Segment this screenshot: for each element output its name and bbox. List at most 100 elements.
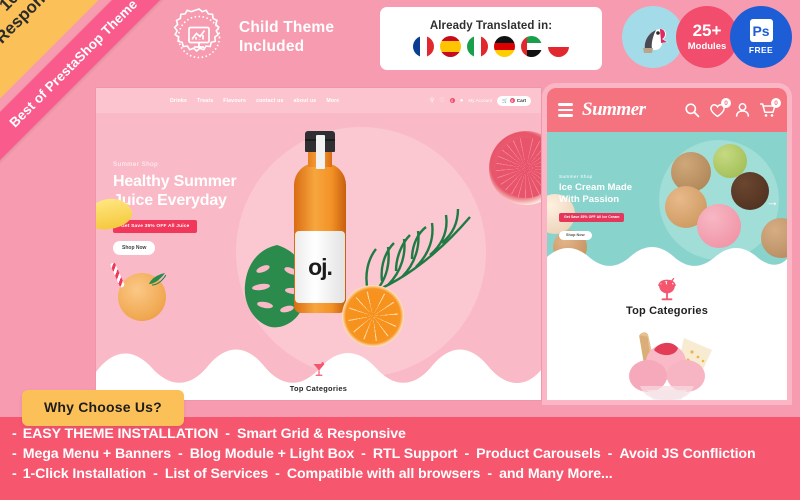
mobile-shop-now-button[interactable]: Shop Now xyxy=(559,230,592,240)
flag-uae xyxy=(521,36,542,57)
desktop-nav: Drinks Treats Flavours contact us about … xyxy=(170,98,339,104)
user-icon[interactable] xyxy=(735,102,750,118)
flag-germany xyxy=(494,36,515,57)
feature-separator: - xyxy=(464,446,470,462)
hero-title-line1: Healthy Summer xyxy=(113,173,237,190)
nav-item-treats[interactable]: Treats xyxy=(197,98,213,104)
features-band: - EASY THEME INSTALLATION - Smart Grid &… xyxy=(0,417,800,500)
cart-count: 0 xyxy=(509,98,515,103)
feature-separator: - xyxy=(487,466,493,482)
mobile-logo[interactable]: Summer xyxy=(582,99,646,121)
child-theme-line1: Child Theme xyxy=(239,18,335,36)
shop-now-button[interactable]: Shop Now xyxy=(113,240,156,255)
cart-icon: 🛒 xyxy=(502,97,508,103)
arrow-right-icon[interactable]: → xyxy=(766,194,779,209)
why-choose-us-badge: Why Choose Us? xyxy=(22,390,184,426)
child-theme-badge: Child Theme Included xyxy=(168,6,334,68)
feature-item: List of Services xyxy=(164,466,269,482)
nav-item-drinks[interactable]: Drinks xyxy=(170,98,187,104)
right-badge-group: 25+ Modules Ps FREE xyxy=(622,6,792,68)
feature-separator: - xyxy=(153,466,158,482)
feature-item: Mega Menu + Banners xyxy=(22,446,172,462)
feature-item: Compatible with all browsers xyxy=(286,466,481,482)
cart-label: Cart xyxy=(516,98,526,103)
hamburger-menu-icon[interactable] xyxy=(558,103,573,117)
feature-separator: - xyxy=(12,426,17,442)
child-theme-line2: Included xyxy=(239,38,305,55)
desktop-header-actions: ⚲ ♡ 0 ● My Account 🛒 0 Cart xyxy=(430,95,531,106)
desktop-preview[interactable]: Drinks Treats Flavours contact us about … xyxy=(96,88,541,400)
desktop-header: Drinks Treats Flavours contact us about … xyxy=(96,88,541,113)
nav-item-about-us[interactable]: about us xyxy=(294,98,317,104)
top-badge-bar: Child Theme Included Already Translated … xyxy=(0,0,800,88)
feature-item: and Many More... xyxy=(499,466,613,482)
mobile-preview[interactable]: Summer 0 0 Summer Shop Ice Cream Made Wi… xyxy=(547,88,787,400)
bottle-label: oj. xyxy=(308,253,333,280)
feature-item: EASY THEME INSTALLATION xyxy=(22,426,219,442)
mobile-white-wave-divider xyxy=(547,247,787,266)
mobile-hero-title-line2: With Passion xyxy=(559,193,620,205)
photoshop-mark: Ps xyxy=(749,19,773,42)
mobile-top-categories-label: Top Categories xyxy=(625,304,709,317)
nav-item-more[interactable]: More xyxy=(326,98,339,104)
feature-separator: - xyxy=(275,466,280,482)
cart-count: 0 xyxy=(771,98,781,108)
flag-france xyxy=(413,36,434,57)
modules-label: Modules xyxy=(687,41,727,52)
feature-separator: - xyxy=(225,426,231,442)
feature-item: 1-Click Installation xyxy=(22,466,147,482)
why-choose-us-label: Why Choose Us? xyxy=(44,399,162,415)
cart-button[interactable]: 🛒 0 Cart xyxy=(497,95,531,106)
feature-separator: - xyxy=(607,446,613,462)
feature-separator: - xyxy=(178,446,183,462)
orange-slice-image xyxy=(342,285,404,347)
heart-icon[interactable]: 0 xyxy=(709,98,731,118)
search-icon[interactable] xyxy=(684,102,700,118)
orange-juice-bottle-image: oj. xyxy=(292,131,348,316)
feature-item: Product Carousels xyxy=(476,446,601,462)
account-label[interactable]: My Account xyxy=(468,98,492,103)
desktop-top-categories-label: Top Categories xyxy=(289,384,348,393)
hero-title: Healthy Summer Juice Everyday xyxy=(113,173,293,211)
wishlist-count: 0 xyxy=(721,98,731,108)
translated-title: Already Translated in: xyxy=(429,20,553,32)
search-icon[interactable]: ⚲ xyxy=(430,97,434,104)
theme-previews: Drinks Treats Flavours contact us about … xyxy=(0,88,800,400)
cocktail-glass-icon xyxy=(313,362,324,376)
desktop-hero-copy: Summer Shop Healthy Summer Juice Everyda… xyxy=(113,161,293,255)
feature-row-1: - EASY THEME INSTALLATION - Smart Grid &… xyxy=(8,426,800,442)
feature-item: Smart Grid & Responsive xyxy=(237,426,406,442)
cart-icon[interactable]: 0 xyxy=(759,98,781,118)
promo-banner-root: Child Theme Included Already Translated … xyxy=(0,0,800,500)
sundae-product-image xyxy=(547,328,787,400)
mobile-hero-eyebrow: Summer Shop xyxy=(559,174,593,179)
modules-count-badge: 25+ Modules xyxy=(676,6,738,68)
modules-count: 25+ xyxy=(692,21,722,40)
mobile-hero-copy: Summer Shop Ice Cream Made With Passion … xyxy=(559,174,667,241)
user-icon[interactable]: ● xyxy=(460,98,464,104)
feature-row-2: - Mega Menu + Banners - Blog Module + Li… xyxy=(8,446,800,462)
smoothie-image xyxy=(109,262,170,325)
hero-title-line2: Juice Everyday xyxy=(113,191,227,209)
photoshop-free-label: FREE xyxy=(748,45,774,55)
nav-item-contact-us[interactable]: contact us xyxy=(256,98,283,104)
mobile-header: Summer 0 0 xyxy=(547,88,787,132)
mobile-hero-title: Ice Cream Made With Passion xyxy=(559,182,667,205)
photoshop-free-badge: Ps FREE xyxy=(730,6,792,68)
ice-cream-scoop xyxy=(731,172,769,210)
mobile-top-categories: Top Categories xyxy=(547,266,787,328)
feature-item: Avoid JS Confliction xyxy=(619,446,756,462)
sundae-glass-icon xyxy=(657,277,677,300)
wishlist-count: 0 xyxy=(449,98,455,103)
mobile-hero: Summer Shop Ice Cream Made With Passion … xyxy=(547,132,787,266)
feature-separator: - xyxy=(12,466,17,482)
child-theme-label: Child Theme Included xyxy=(239,18,334,57)
mobile-hero-title-line1: Ice Cream Made xyxy=(559,182,633,193)
feature-separator: - xyxy=(361,446,366,462)
translated-languages-card: Already Translated in: xyxy=(380,7,602,70)
flag-poland xyxy=(548,36,569,57)
flag-spain xyxy=(440,36,461,57)
nav-item-flavours[interactable]: Flavours xyxy=(223,98,246,104)
heart-icon[interactable]: ♡ xyxy=(439,97,444,104)
grapefruit-image xyxy=(489,131,541,205)
